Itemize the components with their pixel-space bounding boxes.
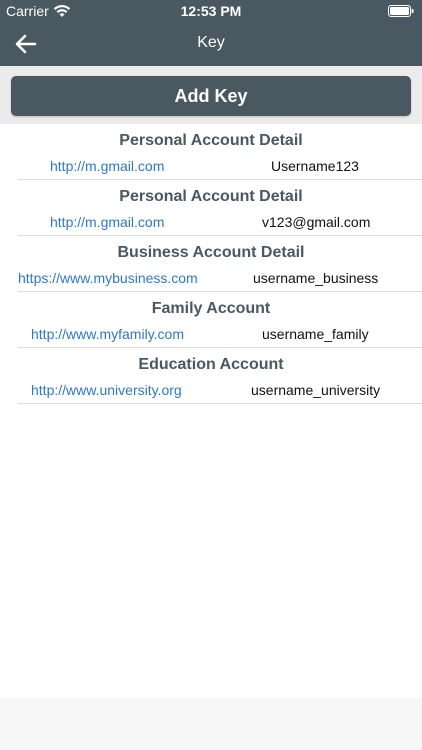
account-username: v123@gmail.com bbox=[262, 214, 371, 230]
account-title: Family Account bbox=[151, 300, 271, 317]
account-url[interactable]: http://m.gmail.com bbox=[50, 158, 164, 174]
account-url[interactable]: http://www.university.org bbox=[31, 382, 182, 398]
account-username: username_business bbox=[253, 270, 379, 286]
list-item[interactable]: Personal Account Detail http://m.gmail.c… bbox=[18, 180, 422, 236]
account-title: Personal Account Detail bbox=[119, 132, 303, 149]
app-screen: Carrier 12:53 PM Key Add Key Personal Ac… bbox=[0, 0, 422, 750]
status-bar: Carrier 12:53 PM bbox=[0, 0, 422, 22]
account-url[interactable]: https://www.mybusiness.com bbox=[18, 270, 198, 286]
nav-bar: Key bbox=[0, 22, 422, 66]
account-title: Business Account Detail bbox=[117, 244, 305, 261]
account-username: username_family bbox=[262, 326, 369, 342]
account-url[interactable]: http://m.gmail.com bbox=[50, 214, 164, 230]
list-item[interactable]: Family Account http://www.myfamily.com u… bbox=[18, 292, 422, 348]
list-item[interactable]: Business Account Detail https://www.mybu… bbox=[18, 236, 422, 292]
account-url[interactable]: http://www.myfamily.com bbox=[31, 326, 184, 342]
page-title: Key bbox=[197, 34, 225, 51]
account-list: Personal Account Detail http://m.gmail.c… bbox=[0, 124, 422, 404]
bottom-safe-area bbox=[0, 698, 422, 750]
list-item[interactable]: Personal Account Detail http://m.gmail.c… bbox=[18, 124, 422, 180]
list-item[interactable]: Education Account http://www.university.… bbox=[18, 348, 422, 404]
add-key-button[interactable]: Add Key bbox=[11, 76, 411, 116]
account-username: Username123 bbox=[271, 158, 359, 174]
account-username: username_university bbox=[251, 382, 381, 398]
account-title: Personal Account Detail bbox=[119, 188, 303, 205]
status-time: 12:53 PM bbox=[180, 3, 242, 19]
header: Carrier 12:53 PM Key bbox=[0, 0, 422, 66]
account-title: Education Account bbox=[138, 356, 284, 373]
battery-icon bbox=[388, 5, 414, 17]
add-key-section: Add Key bbox=[0, 66, 422, 124]
